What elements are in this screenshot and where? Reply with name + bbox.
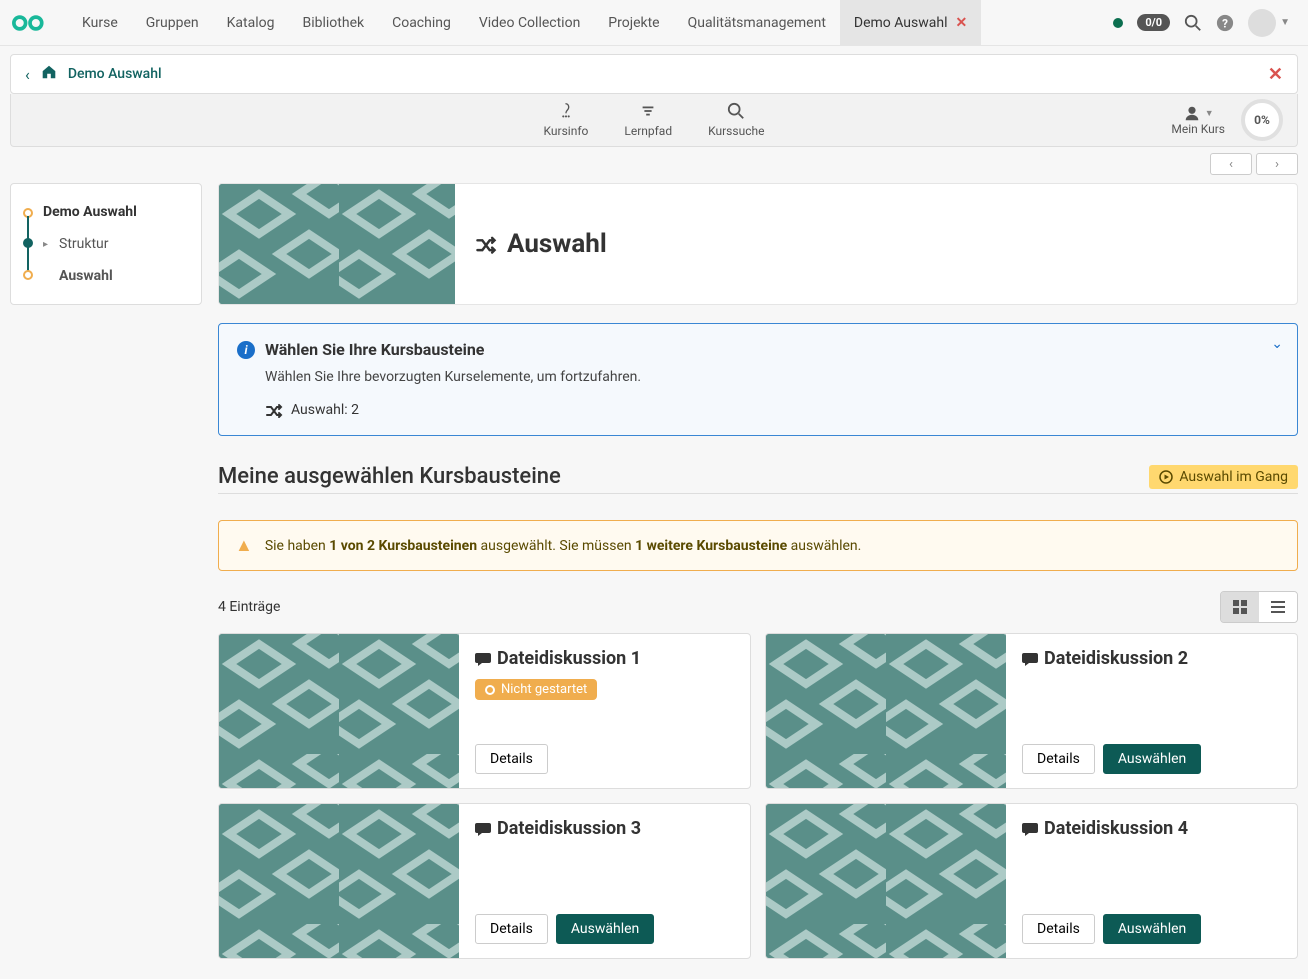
info-icon: i <box>237 341 255 359</box>
chat-icon <box>475 650 493 668</box>
prev-button[interactable]: ‹ <box>1210 153 1252 175</box>
presence-dot <box>1113 18 1123 28</box>
card-image <box>219 634 459 788</box>
info-foot: Auswahl: 2 <box>291 402 359 418</box>
warning-panel: ▲ Sie haben 1 von 2 Kursbausteinen ausge… <box>218 520 1298 571</box>
tree-root[interactable]: Demo Auswahl <box>11 196 201 228</box>
breadcrumb: ‹ Demo Auswahl ✕ <box>10 54 1298 94</box>
back-icon[interactable]: ‹ <box>25 65 30 84</box>
nav-tab[interactable]: Projekte <box>594 0 673 45</box>
entries-count: 4 Einträge <box>218 599 280 615</box>
progress-circle: 0% <box>1241 99 1283 141</box>
card-title: Dateidiskussion 2 <box>1022 648 1281 669</box>
kursinfo-button[interactable]: Kursinfo <box>526 102 607 138</box>
grid-view-button[interactable] <box>1221 592 1259 622</box>
nav-tab[interactable]: Kurse <box>68 0 132 45</box>
status-badge-label: Auswahl im Gang <box>1179 469 1288 485</box>
info-title: Wählen Sie Ihre Kursbausteine <box>265 340 484 359</box>
warning-text: Sie haben 1 von 2 Kursbausteinen ausgewä… <box>265 538 862 554</box>
tree-auswahl[interactable]: Auswahl <box>11 260 201 292</box>
tab-close-icon[interactable]: ✕ <box>956 15 968 31</box>
shuffle-icon <box>475 233 497 255</box>
warning-icon: ▲ <box>235 535 253 556</box>
shuffle-icon <box>265 401 283 419</box>
course-card: Dateidiskussion 3 Details Auswählen <box>218 803 751 959</box>
caret-down-icon: ▼ <box>1280 17 1290 28</box>
page-title: Auswahl <box>507 229 607 259</box>
details-button[interactable]: Details <box>475 744 548 774</box>
tree-struktur-label: Struktur <box>59 236 109 252</box>
tree-root-label: Demo Auswahl <box>43 204 137 220</box>
kursinfo-label: Kursinfo <box>544 124 589 138</box>
course-toolbar: Kursinfo Lernpfad Kurssuche ▼ Mein Kurs … <box>10 94 1298 147</box>
info-panel: i Wählen Sie Ihre Kursbausteine Wählen S… <box>218 323 1298 436</box>
page-header: Auswahl <box>218 183 1298 305</box>
svg-text:?: ? <box>1222 16 1228 30</box>
avatar <box>1248 9 1276 37</box>
chat-icon <box>475 820 493 838</box>
kurssuche-label: Kurssuche <box>708 124 764 138</box>
nav-tab-active[interactable]: Demo Auswahl✕ <box>840 0 981 45</box>
lernpfad-button[interactable]: Lernpfad <box>606 102 690 138</box>
nav-tab[interactable]: Bibliothek <box>289 0 379 45</box>
card-image <box>766 634 1006 788</box>
user-menu[interactable]: ▼ <box>1248 9 1290 37</box>
section-title: Meine ausgewählen Kursbausteine <box>218 464 561 489</box>
pager: ‹ › <box>10 153 1298 175</box>
play-circle-icon <box>1159 470 1173 484</box>
course-tree: Demo Auswahl ▸ Struktur Auswahl <box>10 183 202 305</box>
logo[interactable] <box>8 11 52 35</box>
breadcrumb-title[interactable]: Demo Auswahl <box>68 66 162 82</box>
tree-auswahl-label: Auswahl <box>59 268 113 284</box>
header-image <box>219 184 455 304</box>
chat-icon <box>1022 650 1040 668</box>
next-button[interactable]: › <box>1256 153 1298 175</box>
home-icon[interactable] <box>40 63 58 85</box>
nav-tab[interactable]: Gruppen <box>132 0 213 45</box>
status-badge: Auswahl im Gang <box>1149 465 1298 489</box>
course-card: Dateidiskussion 4 Details Auswählen <box>765 803 1298 959</box>
top-nav: KurseGruppenKatalogBibliothekCoachingVid… <box>0 0 1308 46</box>
details-button[interactable]: Details <box>1022 744 1095 774</box>
help-icon[interactable]: ? <box>1216 14 1234 32</box>
list-view-button[interactable] <box>1259 592 1297 622</box>
card-image <box>219 804 459 958</box>
select-button[interactable]: Auswählen <box>1103 744 1201 774</box>
card-title: Dateidiskussion 1 <box>475 648 734 669</box>
nav-tab[interactable]: Katalog <box>213 0 289 45</box>
collapse-icon[interactable]: ⌄ <box>1271 336 1283 352</box>
lernpfad-label: Lernpfad <box>624 124 672 138</box>
not-started-pill: Nicht gestartet <box>475 679 597 700</box>
caret-down-icon: ▼ <box>1205 108 1214 119</box>
mein-kurs-label: Mein Kurs <box>1171 122 1225 136</box>
card-title: Dateidiskussion 4 <box>1022 818 1281 839</box>
card-title: Dateidiskussion 3 <box>475 818 734 839</box>
search-icon[interactable] <box>1184 14 1202 32</box>
nav-tab[interactable]: Video Collection <box>465 0 594 45</box>
close-icon[interactable]: ✕ <box>1268 64 1283 85</box>
course-card: Dateidiskussion 2 Details Auswählen <box>765 633 1298 789</box>
notification-badge[interactable]: 0/0 <box>1137 14 1170 31</box>
nav-tab[interactable]: Coaching <box>378 0 465 45</box>
kurssuche-button[interactable]: Kurssuche <box>690 102 782 138</box>
info-body: Wählen Sie Ihre bevorzugten Kurselemente… <box>265 369 1279 385</box>
mein-kurs-menu[interactable]: ▼ Mein Kurs <box>1171 104 1225 136</box>
tree-struktur[interactable]: ▸ Struktur <box>11 228 201 260</box>
course-card: Dateidiskussion 1 Nicht gestartet Detail… <box>218 633 751 789</box>
nav-tab[interactable]: Qualitätsmanagement <box>674 0 840 45</box>
view-toggle <box>1220 591 1298 623</box>
card-image <box>766 804 1006 958</box>
chat-icon <box>1022 820 1040 838</box>
